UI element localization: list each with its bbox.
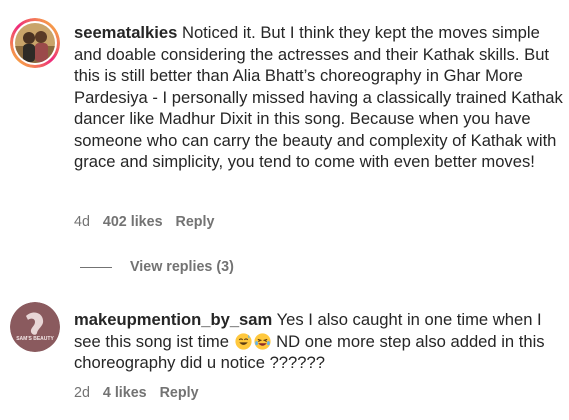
comment-username[interactable]: seematalkies xyxy=(74,23,177,42)
comment-meta: 4d 402 likes Reply xyxy=(74,214,223,230)
avatar[interactable]: SAM'S BEAUTY xyxy=(10,302,60,352)
avatar-brand-text: SAM'S BEAUTY xyxy=(16,336,54,342)
avatar[interactable] xyxy=(10,18,60,68)
comment-body: Noticed it. But I think they kept the mo… xyxy=(74,23,563,171)
divider-line xyxy=(80,266,112,268)
comment-age: 4d xyxy=(74,214,90,230)
likes-count[interactable]: 402 likes xyxy=(103,214,163,230)
comment-text: makeupmention_by_sam Yes I also caught i… xyxy=(74,309,563,374)
rolling-laughing-face-icon xyxy=(253,332,271,350)
comment-text: seematalkies Noticed it. But I think the… xyxy=(74,22,563,173)
view-replies-button[interactable]: View replies (3) xyxy=(80,258,234,276)
comment-meta: 2d 4 likes Reply xyxy=(74,385,208,401)
reply-button[interactable]: Reply xyxy=(160,385,199,401)
view-replies-label: View replies (3) xyxy=(130,259,234,275)
comment-age: 2d xyxy=(74,385,90,401)
reply-button[interactable]: Reply xyxy=(176,214,215,230)
comment-username[interactable]: makeupmention_by_sam xyxy=(74,310,272,329)
smiling-face-with-sweat-icon xyxy=(234,332,252,350)
likes-count[interactable]: 4 likes xyxy=(103,385,147,401)
